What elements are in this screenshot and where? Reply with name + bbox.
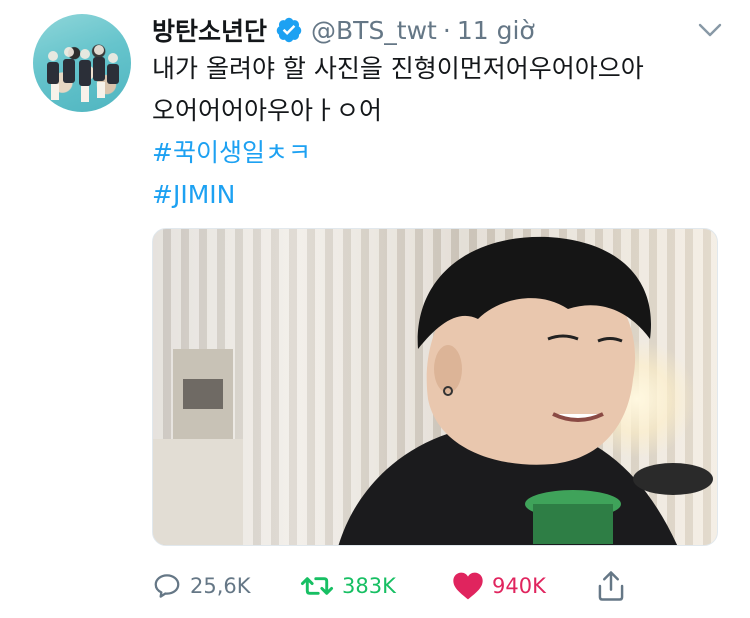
retweet-count: 383K (342, 574, 396, 598)
avatar[interactable] (33, 14, 131, 112)
chevron-down-icon[interactable] (694, 14, 726, 46)
tweet-text: 내가 올려야 할 사진을 진형이먼저어우어아으아 오어어어아우아ㅏㅇ어 #꾹이생… (152, 48, 644, 216)
reply-icon (154, 574, 180, 598)
tweet-header: 방탄소년단 @BTS_twt · 11 giờ (152, 10, 535, 50)
retweet-button[interactable]: 383K (300, 566, 396, 606)
photo-props (153, 349, 713, 545)
share-button[interactable] (596, 566, 634, 606)
tweet-text-line: 내가 올려야 할 사진을 진형이먼저어우어아으아 (152, 54, 644, 83)
author-handle[interactable]: @BTS_twt (311, 16, 437, 45)
avatar-image (47, 45, 119, 102)
tweet-text-line: 오어어어아우아ㅏㅇ어 (152, 96, 383, 125)
tweet-actions: 25,6K 383K 940K (152, 566, 652, 606)
like-count: 940K (492, 574, 546, 598)
verified-badge-icon (276, 17, 302, 43)
retweet-icon (300, 577, 334, 595)
hashtag-link[interactable]: #JIMIN (152, 174, 644, 216)
reply-count: 25,6K (190, 574, 251, 598)
like-button[interactable]: 940K (452, 566, 546, 606)
heart-icon (453, 572, 483, 600)
share-icon (598, 571, 624, 601)
author-name[interactable]: 방탄소년단 (152, 12, 267, 48)
hashtag-link[interactable]: #꾹이생일ㅊㅋ (152, 132, 644, 174)
tweet-timestamp[interactable]: 11 giờ (457, 16, 535, 45)
time-separator: · (442, 15, 451, 45)
tweet-photo[interactable] (152, 228, 718, 546)
reply-button[interactable]: 25,6K (152, 566, 251, 606)
